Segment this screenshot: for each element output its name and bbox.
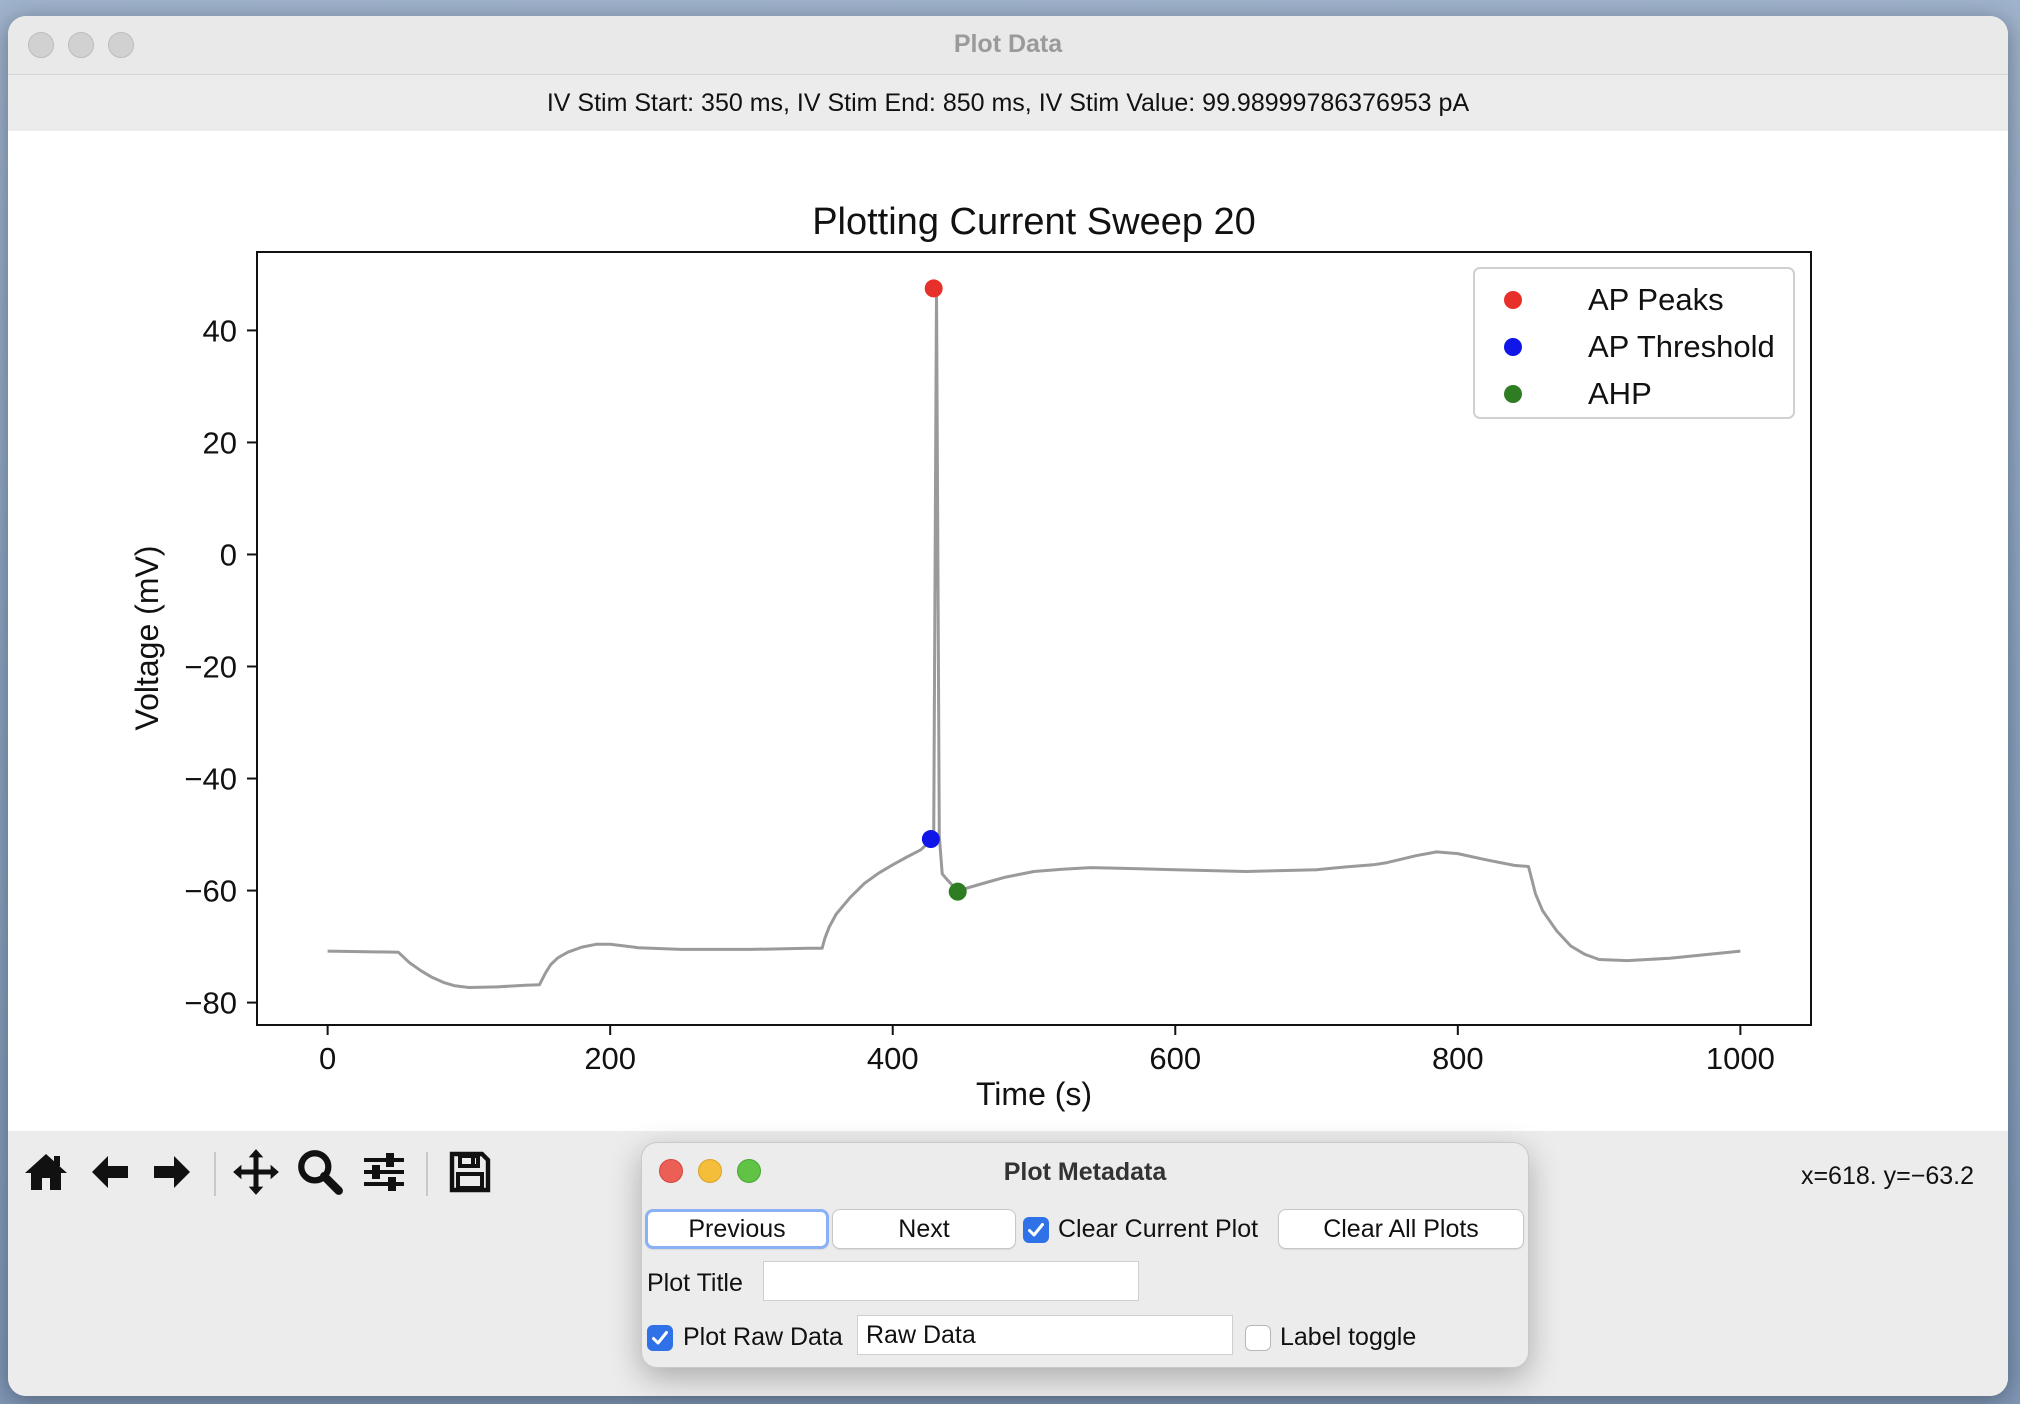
home-icon (25, 1154, 67, 1190)
label-toggle-label: Label toggle (1280, 1323, 1417, 1351)
legend-ahp-marker (1504, 385, 1522, 403)
configure-subplots-icon (364, 1153, 404, 1191)
clear-current-plot-label: Clear Current Plot (1058, 1215, 1259, 1243)
y-tick-label: −60 (184, 874, 237, 909)
plot-title-input[interactable] (763, 1261, 1139, 1301)
y-tick-label: 40 (203, 313, 237, 348)
legend-ahp-label: AHP (1588, 376, 1652, 411)
configure-subplots-button[interactable] (358, 1146, 410, 1198)
back-arrow-icon (92, 1156, 128, 1188)
y-tick-label: −80 (184, 986, 237, 1021)
raw-data-label-input[interactable] (857, 1315, 1233, 1355)
legend-ap-threshold-marker (1504, 338, 1522, 356)
previous-button[interactable]: Previous (645, 1209, 829, 1249)
plot-title-label: Plot Title (647, 1269, 743, 1297)
label-toggle-checkbox[interactable] (1245, 1325, 1271, 1351)
x-tick-label: 600 (1149, 1041, 1201, 1076)
x-tick-label: 400 (867, 1041, 919, 1076)
window-titlebar[interactable]: Plot Data (8, 16, 2008, 75)
legend: AP Peaks AP Threshold AHP (1473, 267, 1795, 419)
forward-arrow-icon (154, 1156, 190, 1188)
home-button[interactable] (20, 1146, 72, 1198)
clear-all-plots-button[interactable]: Clear All Plots (1278, 1209, 1524, 1249)
chart-title: Plotting Current Sweep 20 (812, 201, 1256, 243)
stim-info-label: IV Stim Start: 350 ms, IV Stim End: 850 … (546, 89, 1470, 117)
plot-canvas[interactable]: Plotting Current Sweep 20 0 200 400 600 800 1… (8, 131, 2008, 1131)
y-tick-label: 0 (220, 537, 237, 572)
metadata-titlebar[interactable]: Plot Metadata (642, 1143, 1528, 1201)
legend-ap-peaks-marker (1504, 291, 1522, 309)
y-tick-label: −40 (184, 762, 237, 797)
back-button[interactable] (84, 1146, 136, 1198)
forward-button[interactable] (146, 1146, 198, 1198)
y-tick-label: 20 (203, 425, 237, 460)
legend-ap-peaks-label: AP Peaks (1588, 282, 1724, 317)
zoom-button[interactable] (294, 1146, 346, 1198)
save-button[interactable] (444, 1146, 496, 1198)
chart-svg: Plotting Current Sweep 20 0 200 400 600 800 1… (129, 201, 1812, 1112)
x-axis-label: Time (s) (976, 1076, 1092, 1112)
next-button[interactable]: Next (832, 1209, 1016, 1249)
ap-peaks-marker (924, 279, 943, 298)
ap-threshold-marker (921, 830, 940, 849)
x-tick-label: 0 (319, 1041, 336, 1076)
clear-current-plot-checkbox[interactable] (1023, 1217, 1049, 1243)
y-axis-label: Voltage (mV) (129, 546, 165, 731)
plot-raw-data-label: Plot Raw Data (683, 1323, 843, 1351)
window-title: Plot Data (953, 30, 1063, 58)
x-tick-label: 200 (584, 1041, 636, 1076)
plot-raw-data-checkbox[interactable] (647, 1325, 673, 1351)
checkmark-icon (1028, 1223, 1044, 1237)
ahp-marker (948, 882, 967, 901)
checkmark-icon (652, 1331, 668, 1345)
pan-icon (233, 1149, 279, 1195)
zoom-icon (298, 1150, 343, 1195)
cursor-coordinates: x=618. y=−63.2 (1800, 1162, 1974, 1190)
x-tick-label: 1000 (1706, 1041, 1775, 1076)
plot-metadata-window: Plot Metadata Previous Next Clear Curren… (641, 1142, 1529, 1368)
pan-button[interactable] (230, 1146, 282, 1198)
legend-ap-threshold-label: AP Threshold (1588, 329, 1775, 364)
save-icon (449, 1151, 491, 1193)
toolbar-separator (214, 1152, 216, 1196)
x-tick-label: 800 (1432, 1041, 1484, 1076)
y-tick-label: −20 (184, 650, 237, 685)
metadata-window-title: Plot Metadata (1003, 1158, 1167, 1186)
toolbar-separator (426, 1152, 428, 1196)
